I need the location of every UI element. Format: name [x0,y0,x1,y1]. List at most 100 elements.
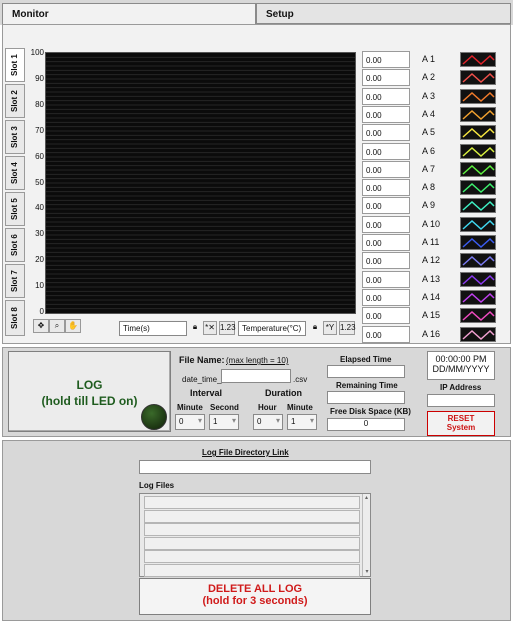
reset-button-subtitle: System [446,423,476,432]
channel-plot-swatch[interactable] [460,125,496,141]
tab-slot-7[interactable]: Slot 7 [5,264,25,298]
interval-second-stepper[interactable]: 1 ▾ [209,414,239,430]
channel-plot-swatch[interactable] [460,271,496,287]
x-autoscale-icon[interactable]: *✕ [203,321,217,335]
y-tick-label: 20 [35,255,44,265]
zigzag-icon [462,91,495,102]
zigzag-icon [462,128,495,139]
duration-minute-stepper[interactable]: 1 ▾ [287,414,317,430]
zigzag-icon [462,311,495,322]
clock-time: 00:00:00 PM [435,354,487,364]
interval-title: Interval [190,388,223,398]
log-file-item[interactable] [144,536,360,550]
log-file-item[interactable] [144,563,360,577]
tab-slot-5[interactable]: Slot 5 [5,192,25,226]
zigzag-icon [462,146,495,157]
x-format-button[interactable]: 1.23 [219,321,236,335]
ip-address-display [427,394,495,407]
interval-second-value: 1 [213,417,218,426]
y-tick-label: 40 [35,203,44,213]
log-file-item[interactable] [144,523,360,536]
free-disk-label: Free Disk Space (KB) [330,407,411,416]
x-lock-icon[interactable]: 🔒︎ [189,321,201,335]
channel-label: A 8 [422,182,436,193]
file-name-input[interactable] [221,369,291,383]
channel-readout: 0.00 [362,160,410,178]
channel-line-sample [462,292,495,303]
channel-label: A 3 [422,90,436,101]
y-autoscale-icon[interactable]: *Y [323,321,337,335]
channel-plot-swatch[interactable] [460,161,496,177]
channel-plot-swatch[interactable] [460,143,496,159]
y-lock-icon[interactable]: 🔒︎ [309,321,321,335]
tab-slot-3[interactable]: Slot 3 [5,120,25,154]
remaining-time-display [327,391,405,404]
channel-plot-swatch[interactable] [460,326,496,342]
zigzag-icon [462,329,495,340]
y-tick-label: 30 [35,229,44,239]
channel-readout: 0.00 [362,124,410,142]
scroll-down-icon[interactable]: ▾ [363,568,371,576]
channel-plot-swatch[interactable] [460,289,496,305]
cursor-tool-icon[interactable]: ✥ [33,319,49,333]
duration-hour-stepper[interactable]: 0 ▾ [253,414,283,430]
tab-slot-1[interactable]: Slot 1 [5,48,25,82]
tab-slot-6[interactable]: Slot 6 [5,228,25,262]
log-directory-link[interactable] [139,460,371,474]
channel-label: A 12 [422,255,441,266]
channel-line-sample [462,256,495,267]
tab-setup[interactable]: Setup [256,3,511,24]
file-name-hint: (max length = 10) [226,356,289,365]
zoom-tool-icon[interactable]: ⌕ [49,319,65,333]
channel-readout: 0.00 [362,252,410,270]
zigzag-icon [462,274,495,285]
log-files-scrollbar[interactable]: ▴ ▾ [362,494,370,576]
channel-plot-swatch[interactable] [460,235,496,250]
channel-plot-swatch[interactable] [460,106,496,122]
elapsed-time-label: Elapsed Time [340,355,392,364]
delete-all-log-button[interactable]: DELETE ALL LOG (hold for 3 seconds) [139,578,371,615]
y-tick-label: 10 [35,281,44,291]
tab-slot-4[interactable]: Slot 4 [5,156,25,190]
channel-readout: 0.00 [362,51,410,68]
chevron-down-icon: ▾ [231,416,236,425]
channel-plot-swatch[interactable] [460,70,496,86]
pan-tool-icon[interactable]: ✋ [65,319,81,333]
channel-plot-swatch[interactable] [460,308,496,324]
chevron-down-icon: ▾ [275,416,280,425]
channel-plot-swatch[interactable] [460,253,496,269]
y-format-button[interactable]: 1.23 [339,321,356,335]
y-tick-label: 80 [35,99,44,109]
channel-plot-swatch[interactable] [460,52,496,67]
channel-plot-swatch[interactable] [460,216,496,232]
zigzag-icon [462,256,495,267]
log-file-item[interactable] [144,550,360,563]
log-file-item[interactable] [144,509,360,523]
channel-line-sample [462,274,495,285]
channel-label: A 5 [422,127,436,138]
channel-line-sample [462,128,495,139]
channel-line-sample [462,237,495,249]
channel-readout: 0.00 [362,105,410,123]
tab-monitor[interactable]: Monitor [2,3,256,26]
interval-minute-stepper[interactable]: 0 ▾ [175,414,205,430]
log-file-item[interactable] [144,496,360,509]
duration-hour-value: 0 [257,417,262,426]
log-files-label: Log Files [139,481,175,490]
reset-system-button[interactable]: RESET System [427,411,495,436]
channel-label: A 7 [422,163,436,174]
clock-date: DD/MM/YYYY [432,364,490,374]
scroll-up-icon[interactable]: ▴ [363,494,370,502]
channel-line-sample [462,73,495,84]
y-tick-label: 50 [35,177,44,187]
channel-line-sample [462,109,495,120]
interval-minute-value: 0 [179,417,184,426]
channel-plot-swatch[interactable] [460,198,496,214]
tab-slot-2[interactable]: Slot 2 [5,84,25,118]
channel-plot-swatch[interactable] [460,180,496,196]
channel-plot-swatch[interactable] [460,88,496,104]
duration-title: Duration [265,388,302,398]
duration-minute-label: Minute [287,403,313,412]
channel-readout: 0.00 [362,325,410,343]
tab-slot-8[interactable]: Slot 8 [5,300,25,336]
